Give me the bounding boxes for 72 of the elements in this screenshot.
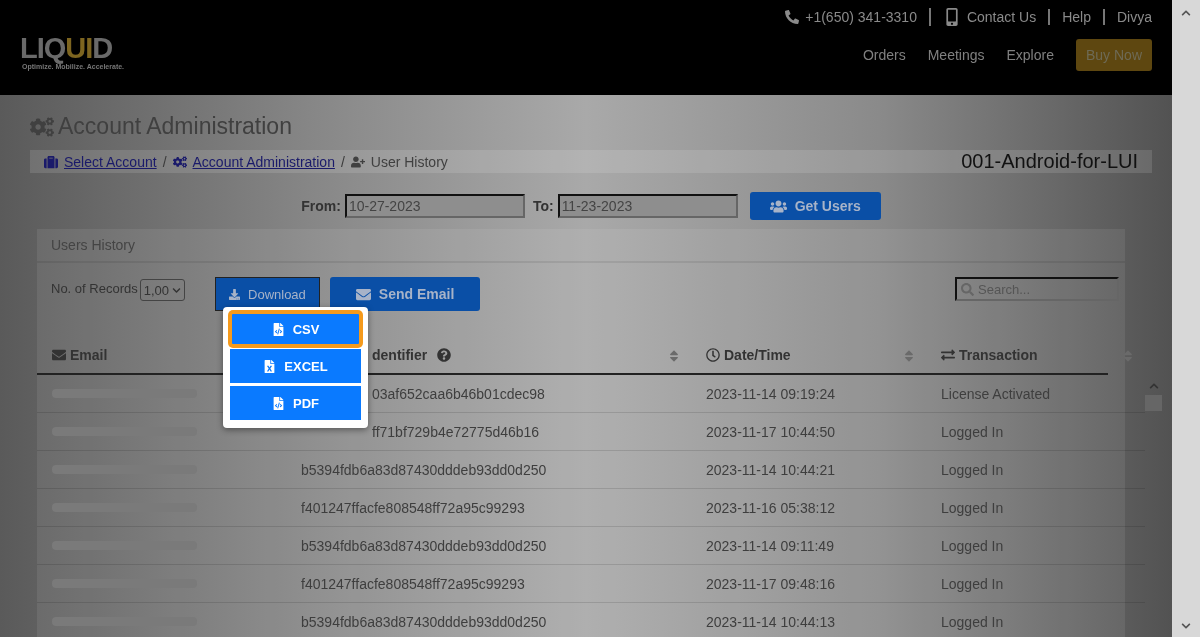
scroll-down-icon[interactable]	[1181, 621, 1191, 631]
help-link[interactable]: Help	[1062, 9, 1091, 25]
briefcase-icon	[44, 154, 58, 169]
scroll-up-icon[interactable]	[1181, 8, 1191, 18]
transaction-text: Logged In	[941, 575, 1004, 592]
identifier-text: ff71bf729b4e72775d46b16	[372, 423, 540, 440]
transaction-text: Logged In	[941, 537, 1004, 554]
download-button[interactable]: Download	[215, 277, 320, 311]
transaction-text: Logged In	[941, 461, 1004, 478]
envelope-icon	[52, 348, 66, 362]
contact-link[interactable]: Contact Us	[966, 9, 1037, 25]
phone-number[interactable]: +1(650) 341-3310	[805, 9, 917, 25]
datetime-text: 2023-11-16 05:38:12	[706, 499, 835, 516]
transaction-text: Logged In	[941, 423, 1004, 440]
nav-link[interactable]: Explore	[1006, 47, 1054, 63]
account-name: 001-Android-for-LUI	[961, 150, 1138, 173]
settings-icon	[30, 114, 54, 139]
envelope-icon	[355, 286, 371, 302]
user-link[interactable]: Divya	[1117, 9, 1152, 25]
clock-icon	[706, 348, 720, 362]
get-users-button[interactable]: Get Users	[749, 192, 881, 220]
datetime-text: 2023-11-14 09:19:24	[706, 385, 835, 402]
records-label: No. of Records	[51, 281, 138, 296]
export-option[interactable]: EXCEL	[230, 349, 361, 383]
records-select[interactable]: 1,00	[139, 279, 185, 301]
breadcrumb-link[interactable]: Account Administration	[172, 153, 335, 170]
exchange-icon	[941, 348, 955, 362]
file-icon	[272, 396, 285, 410]
datetime-text: 2023-11-17 10:44:50	[706, 423, 835, 440]
to-label: To:	[532, 198, 554, 214]
from-date-field[interactable]: 10-27-2023	[344, 194, 525, 218]
datetime-text: 2023-11-14 09:11:49	[706, 537, 834, 554]
phone-icon	[785, 10, 800, 24]
identifier-text: f401247ffacfe808548ff72a95c99293	[301, 575, 525, 592]
identifier-text: b5394fdb6a83d87430dddeb93dd0d250	[301, 461, 547, 478]
datetime-text: 2023-11-14 10:44:13	[706, 613, 835, 630]
send-email-button[interactable]: Send Email	[329, 277, 481, 311]
to-date-field[interactable]: 11-23-2023	[557, 194, 738, 218]
transaction-text: License Activated	[941, 385, 1050, 402]
transaction-text: Logged In	[941, 613, 1004, 630]
identifier-text: f401247ffacfe808548ff72a95c99293	[301, 499, 525, 516]
breadcrumb-current: User History	[370, 153, 448, 170]
help-icon	[437, 348, 452, 362]
column-header[interactable]: Date/Time	[724, 347, 791, 363]
file-icon	[271, 322, 285, 336]
identifier-text: 03af652caa6b46b01cdec98	[372, 385, 545, 402]
identifier-text: b5394fdb6a83d87430dddeb93dd0d250	[301, 613, 547, 630]
transaction-text: Logged In	[941, 499, 1004, 516]
user-plus-icon	[350, 154, 365, 169]
breadcrumb-separator: /	[340, 153, 345, 170]
chevron-down-icon	[172, 285, 181, 295]
breadcrumb-link[interactable]: Select Account	[44, 153, 157, 170]
nav-link[interactable]: Orders	[862, 47, 906, 63]
download-icon	[229, 288, 240, 300]
sort-icon[interactable]	[667, 349, 681, 363]
identifier-text: b5394fdb6a83d87430dddeb93dd0d250	[301, 537, 547, 554]
datetime-text: 2023-11-14 10:44:21	[706, 461, 835, 478]
scrollbar-thumb[interactable]	[1145, 395, 1162, 411]
breadcrumb-separator: /	[162, 153, 167, 170]
column-header[interactable]: dentifier	[372, 347, 428, 363]
settings-icon	[172, 154, 187, 169]
search-icon	[961, 282, 974, 296]
from-label: From:	[301, 198, 341, 214]
export-option[interactable]: PDF	[230, 386, 361, 420]
nav-link[interactable]: Meetings	[927, 47, 985, 63]
column-header[interactable]: Transaction	[959, 347, 1038, 363]
logo[interactable]: LIQUID	[20, 33, 125, 63]
spreadsheet-file-icon	[263, 359, 277, 373]
column-header[interactable]: Email	[70, 347, 108, 363]
datetime-text: 2023-11-17 09:48:16	[706, 575, 835, 592]
sort-icon[interactable]	[902, 349, 916, 363]
export-option[interactable]: CSV	[230, 312, 361, 346]
